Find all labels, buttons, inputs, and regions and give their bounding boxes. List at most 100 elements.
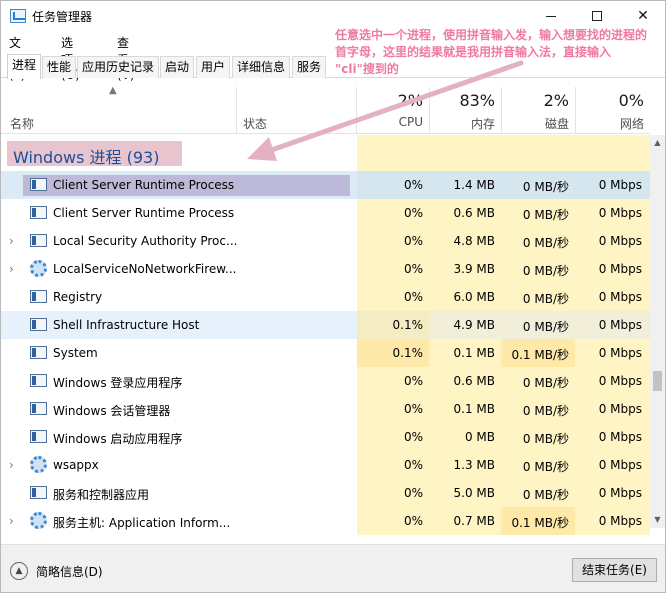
header-disk[interactable]: 2% 磁盘 (501, 79, 575, 134)
end-task-button[interactable]: 结束任务(E) (572, 558, 657, 582)
table-row[interactable]: › 服务主机: Application Inform... 0% 0.7 MB 0.1 … (1, 507, 650, 535)
disk-value: 0 MB/秒 (522, 376, 569, 390)
scroll-up-icon[interactable]: ▲ (650, 135, 665, 151)
network-value: 0 Mbps (598, 346, 642, 360)
memory-value: 1.3 MB (453, 458, 495, 472)
header-network[interactable]: 0% 网络 (575, 79, 650, 134)
network-value: 0 Mbps (598, 430, 642, 444)
expand-chevron-icon[interactable]: › (9, 514, 14, 528)
maximize-icon (592, 11, 602, 21)
memory-value: 6.0 MB (453, 290, 495, 304)
cpu-value: 0% (403, 486, 423, 500)
tab-performance[interactable]: 性能 (42, 56, 77, 78)
cpu-value: 0% (403, 178, 423, 192)
window-icon (30, 290, 47, 303)
disk-value: 0 MB/秒 (522, 404, 569, 418)
table-row[interactable]: Client Server Runtime Process 0% 1.4 MB 0 M… (1, 171, 650, 199)
process-name: Client Server Runtime Process (53, 206, 235, 220)
tab-startup[interactable]: 启动 (160, 56, 195, 78)
window-icon (30, 430, 47, 443)
tab-processes[interactable]: 进程 (7, 54, 42, 79)
process-name: Registry (53, 290, 103, 304)
network-cell-bg (575, 135, 650, 171)
process-name: Client Server Runtime Process (53, 178, 235, 192)
cpu-label: CPU (398, 115, 423, 129)
table-row[interactable]: Registry 0% 6.0 MB 0 MB/秒 0 Mbps (1, 283, 650, 311)
scroll-down-icon[interactable]: ▼ (650, 512, 665, 528)
process-name: wsappx (53, 458, 99, 472)
disk-value: 0 MB/秒 (522, 320, 569, 334)
cpu-value: 0.1% (392, 346, 424, 360)
network-value: 0 Mbps (598, 290, 642, 304)
header-memory[interactable]: 83% 内存 (429, 79, 501, 134)
disk-value: 0 MB/秒 (522, 488, 569, 502)
annotation-text: 任意选中一个进程，使用拼音输入发，输入想要找的进程的首字母，这里的结果就是我用拼… (335, 28, 648, 76)
table-row[interactable]: 服务和控制器应用 0% 5.0 MB 0 MB/秒 0 Mbps (1, 479, 650, 507)
memory-value: 3.9 MB (453, 262, 495, 276)
table-row[interactable]: › LocalServiceNoNetworkFirew... 0% 3.9 MB 0 … (1, 255, 650, 283)
network-value: 0 Mbps (598, 178, 642, 192)
cpu-total: 2% (397, 91, 423, 110)
window-icon (30, 234, 47, 247)
header-name[interactable]: 名称 (10, 115, 34, 132)
header-divider[interactable] (236, 87, 237, 133)
window-icon (30, 346, 47, 359)
disk-value: 0 MB/秒 (522, 180, 569, 194)
disk-cell-bg (501, 135, 575, 171)
expand-chevron-icon[interactable]: › (9, 262, 14, 276)
cpu-value: 0% (403, 402, 423, 416)
tab-users[interactable]: 用户 (196, 56, 231, 78)
cpu-cell-bg (357, 135, 429, 171)
memory-value: 5.0 MB (453, 486, 495, 500)
disk-value: 0 MB/秒 (522, 460, 569, 474)
network-value: 0 Mbps (598, 374, 642, 388)
window-icon (30, 178, 47, 191)
process-name: Windows 登录应用程序 (53, 376, 183, 390)
table-row[interactable]: › wsappx 0% 1.3 MB 0 MB/秒 0 Mbps (1, 451, 650, 479)
disk-total: 2% (543, 91, 569, 110)
table-row[interactable]: Windows 启动应用程序 0% 0 MB 0 MB/秒 0 Mbps (1, 423, 650, 451)
process-name: 服务主机: Application Inform... (53, 516, 231, 530)
tab-app-history[interactable]: 应用历史记录 (77, 56, 160, 78)
memory-value: 4.9 MB (453, 318, 495, 332)
window-icon (30, 486, 47, 499)
network-value: 0 Mbps (598, 318, 642, 332)
minimize-icon (546, 15, 556, 17)
table-row[interactable]: Shell Infrastructure Host 0.1% 4.9 MB 0 MB/… (1, 311, 650, 339)
disk-value: 0.1 MB/秒 (511, 516, 569, 530)
vertical-scrollbar[interactable]: ▲ ▼ (650, 135, 665, 528)
gear-icon (30, 260, 47, 277)
window-icon (30, 206, 47, 219)
table-row[interactable]: Windows 登录应用程序 0% 0.6 MB 0 MB/秒 0 Mbps (1, 367, 650, 395)
gear-icon (30, 456, 47, 473)
cpu-value: 0% (403, 206, 423, 220)
window-icon (30, 318, 47, 331)
expand-chevron-icon[interactable]: › (9, 458, 14, 472)
tab-details[interactable]: 详细信息 (232, 56, 291, 78)
cpu-value: 0% (403, 234, 423, 248)
network-value: 0 Mbps (598, 262, 642, 276)
header-status[interactable]: 状态 (243, 115, 267, 132)
table-row[interactable]: System 0.1% 0.1 MB 0.1 MB/秒 0 Mbps (1, 339, 650, 367)
process-name: LocalServiceNoNetworkFirew... (53, 262, 237, 276)
table-row[interactable]: › Local Security Authority Proc... 0% 4.8 M… (1, 227, 650, 255)
window-icon (30, 402, 47, 415)
scroll-thumb[interactable] (653, 371, 662, 391)
window-icon (30, 374, 47, 387)
table-row[interactable]: Windows 会话管理器 0% 0.1 MB 0 MB/秒 0 Mbps (1, 395, 650, 423)
network-value: 0 Mbps (598, 206, 642, 220)
window-title: 任务管理器 (32, 10, 93, 24)
memory-value: 0.1 MB (453, 346, 495, 360)
expand-chevron-icon[interactable]: › (9, 234, 14, 248)
chevron-up-icon[interactable]: ▲ (10, 562, 28, 580)
disk-value: 0.1 MB/秒 (511, 348, 569, 362)
fewer-details-link[interactable]: 简略信息(D) (36, 563, 103, 580)
memory-value: 0.1 MB (453, 402, 495, 416)
cpu-value: 0.1% (392, 318, 424, 332)
network-total: 0% (618, 91, 644, 110)
header-cpu[interactable]: 2% CPU (357, 79, 429, 134)
process-name: Local Security Authority Proc... (53, 234, 238, 248)
disk-label: 磁盘 (544, 117, 569, 131)
tab-services[interactable]: 服务 (292, 56, 327, 78)
table-row[interactable]: Client Server Runtime Process 0% 0.6 MB 0 M… (1, 199, 650, 227)
